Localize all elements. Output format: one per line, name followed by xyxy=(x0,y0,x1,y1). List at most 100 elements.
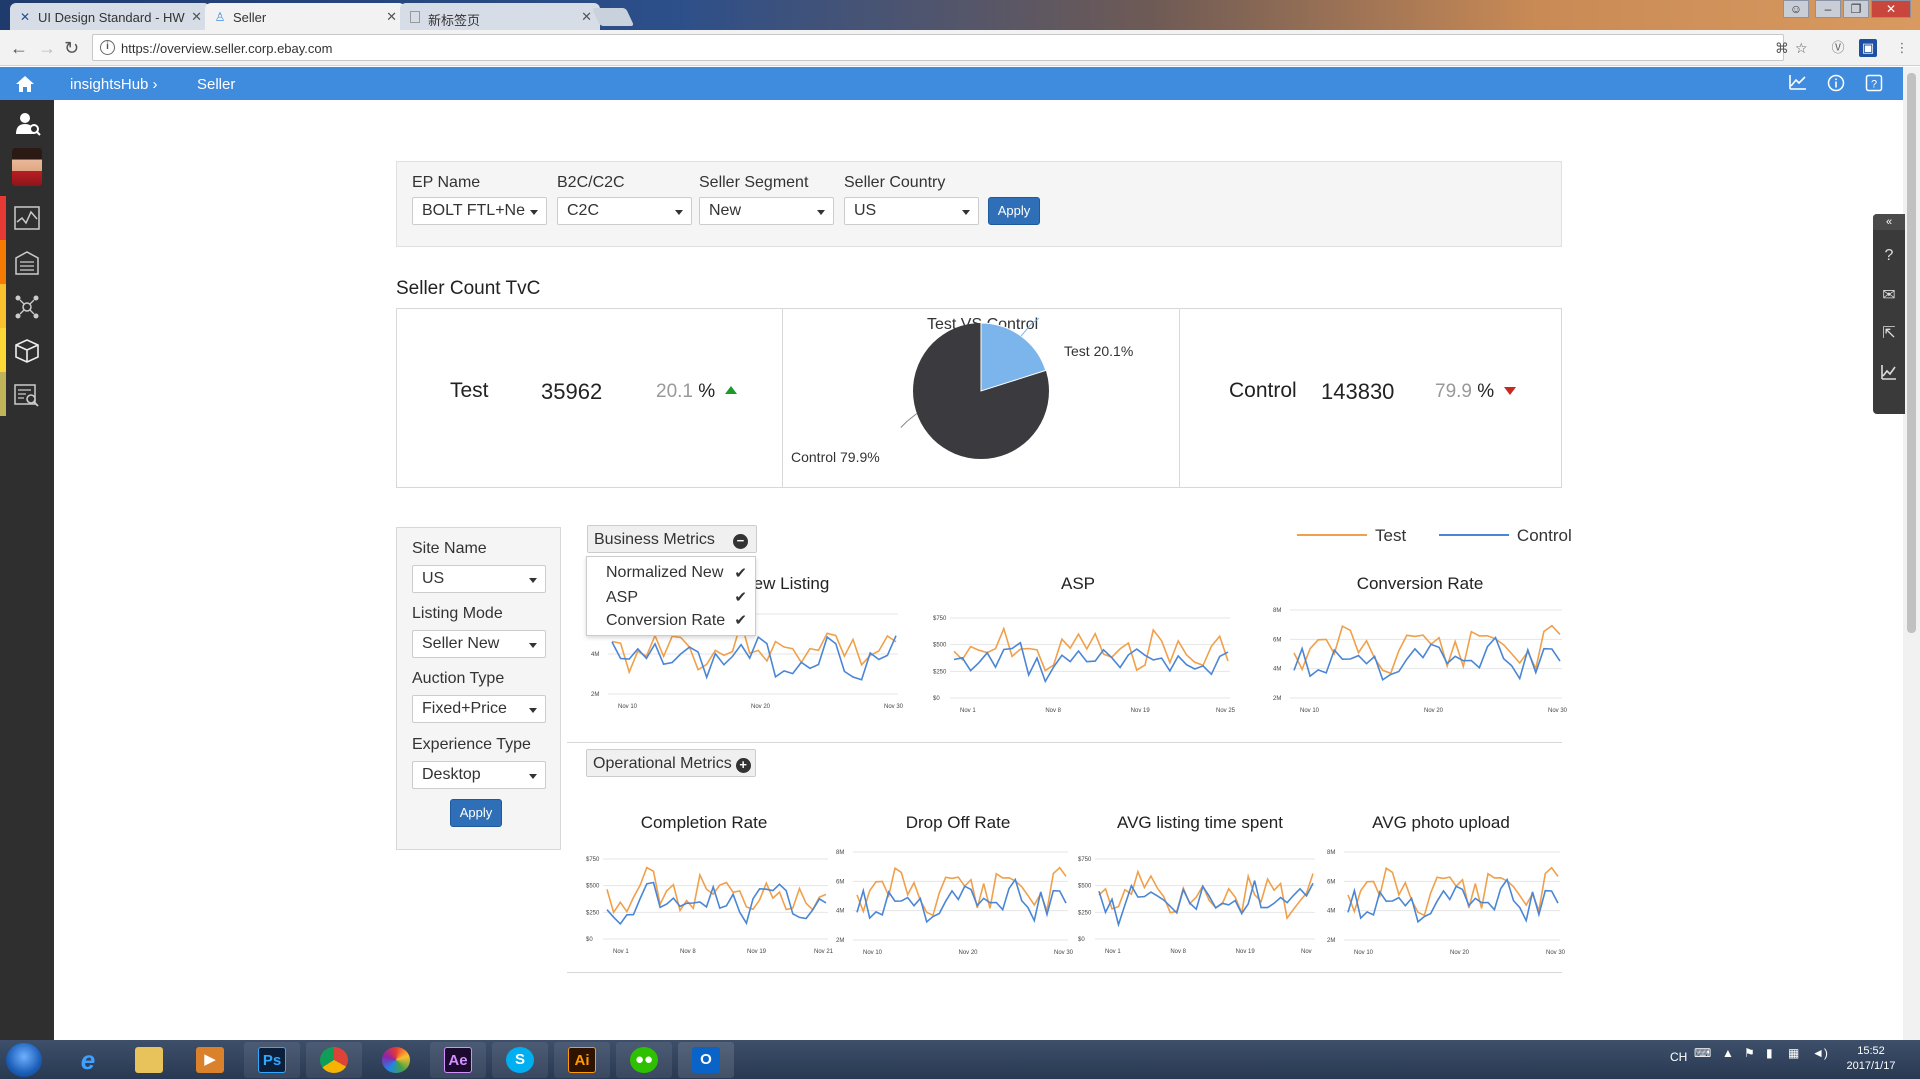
outlook-icon[interactable]: O xyxy=(678,1042,734,1078)
b2c-c2c-select[interactable]: C2C xyxy=(557,197,692,225)
rail-user-search[interactable] xyxy=(0,100,54,144)
new-tab-button[interactable] xyxy=(591,8,635,26)
illustrator-icon[interactable]: Ai xyxy=(554,1042,610,1078)
volume-icon[interactable]: ◄) xyxy=(1812,1046,1828,1060)
system-clock[interactable]: 15:52 2017/1/17 xyxy=(1836,1044,1906,1074)
flag-icon[interactable]: ⚑ xyxy=(1744,1046,1755,1060)
internet-explorer-icon[interactable]: e xyxy=(60,1042,116,1078)
x-tick-label: Nov 20 xyxy=(1450,950,1470,956)
x-tick-label: Nov 10 xyxy=(618,704,638,710)
business-metrics-toggle[interactable]: Business Metrics − xyxy=(587,525,757,553)
close-tab-icon[interactable]: ✕ xyxy=(581,9,592,25)
info-icon[interactable]: i xyxy=(100,40,115,55)
network-tray-icon[interactable]: ▦ xyxy=(1788,1046,1799,1060)
close-window-icon[interactable]: ✕ xyxy=(1871,0,1911,18)
ep-name-filter: EP Name BOLT FTL+Ne xyxy=(412,174,547,225)
scrollbar-thumb[interactable] xyxy=(1907,73,1916,633)
show-hidden-icons[interactable]: ▲ xyxy=(1722,1046,1734,1060)
network-icon xyxy=(15,295,39,319)
seller-country-select[interactable]: US xyxy=(844,197,979,225)
translate-icon[interactable]: ⌘ xyxy=(1775,40,1789,57)
browser-tab-new[interactable]: 新标签页 ✕ xyxy=(400,3,600,30)
close-tab-icon[interactable]: ✕ xyxy=(386,9,397,25)
x-tick-label: Nov 10 xyxy=(863,950,883,956)
browser-tab-ui-design[interactable]: ✕ UI Design Standard - HW ✕ xyxy=(10,3,210,30)
restore-icon[interactable]: ❐ xyxy=(1843,0,1869,18)
address-bar[interactable]: i https://overview.seller.corp.ebay.com … xyxy=(92,34,1808,61)
photoshop-icon[interactable]: Ps xyxy=(244,1042,300,1078)
experience-type-label: Experience Type xyxy=(412,736,531,753)
dropdown-item-asp[interactable]: ASP xyxy=(606,589,638,607)
chart-title-asp: ASP xyxy=(1060,574,1096,593)
help-icon[interactable]: ? xyxy=(1864,74,1884,94)
rail-analytics[interactable] xyxy=(0,196,54,240)
ep-name-label: EP Name xyxy=(412,174,481,191)
chart-title-drop-off-rate: Drop Off Rate xyxy=(905,813,1011,832)
close-tab-icon[interactable]: ✕ xyxy=(191,9,202,25)
operational-metrics-toggle[interactable]: Operational Metrics + xyxy=(586,749,756,777)
dropdown-item-conversion-rate[interactable]: Conversion Rate xyxy=(606,612,725,630)
input-language[interactable]: CH xyxy=(1670,1050,1687,1064)
color-wheel-icon[interactable] xyxy=(368,1042,424,1078)
page-scrollbar[interactable] xyxy=(1903,67,1920,1040)
chrome-icon[interactable] xyxy=(306,1042,362,1078)
experience-type-select[interactable]: Desktop xyxy=(412,761,546,789)
listing-mode-select[interactable]: Seller New xyxy=(412,630,546,658)
x-tick-label: Nov 8 xyxy=(1170,949,1186,955)
start-button[interactable] xyxy=(6,1043,42,1077)
bookmark-star-icon[interactable]: ☆ xyxy=(1795,40,1808,57)
outlook-glyph: O xyxy=(692,1047,720,1073)
user-profile-icon[interactable]: ☺ xyxy=(1783,0,1809,18)
extension-v-icon[interactable]: Ⓥ xyxy=(1829,39,1847,57)
forward-icon[interactable]: → xyxy=(38,38,56,58)
seller-segment-select[interactable]: New xyxy=(699,197,834,225)
chart-title-completion-rate: Completion Rate xyxy=(640,813,768,832)
file-explorer-icon[interactable] xyxy=(121,1042,177,1078)
minimize-icon[interactable]: – xyxy=(1815,0,1841,18)
series-control-line xyxy=(1347,877,1559,924)
apply-filters-button[interactable]: Apply xyxy=(988,197,1040,225)
y-tick-label: 8M xyxy=(1273,608,1281,614)
media-player-icon[interactable]: ▶ xyxy=(182,1042,238,1078)
skype-icon[interactable]: S xyxy=(492,1042,548,1078)
home-icon[interactable] xyxy=(14,73,36,95)
chrome-glyph xyxy=(320,1047,348,1073)
trend-down-icon xyxy=(1504,387,1517,395)
mail-icon[interactable]: ✉ xyxy=(1879,286,1899,306)
rail-report-search[interactable] xyxy=(0,372,54,416)
seller-segment-filter: Seller Segment New xyxy=(699,174,834,225)
ep-name-select[interactable]: BOLT FTL+Ne xyxy=(412,197,547,225)
after-effects-icon[interactable]: Ae xyxy=(430,1042,486,1078)
collapse-panel-icon[interactable]: « xyxy=(1873,214,1905,230)
rail-building[interactable] xyxy=(0,240,54,284)
menu-icon[interactable]: ⋮ xyxy=(1893,39,1911,57)
auction-type-select[interactable]: Fixed+Price xyxy=(412,695,546,723)
x-tick-label: Nov xyxy=(1301,949,1312,955)
browser-tab-seller[interactable]: ♙ Seller ✕ xyxy=(205,3,405,30)
trend-chart-icon[interactable] xyxy=(1788,74,1808,94)
blank-page-icon xyxy=(410,11,420,23)
x-tick-label: Nov 8 xyxy=(680,949,696,955)
keyboard-icon[interactable]: ⌨ xyxy=(1694,1046,1711,1060)
test-count: 35962 xyxy=(541,379,603,404)
extension-picture-icon[interactable]: ▣ xyxy=(1859,39,1877,57)
apply-metric-filters-button[interactable]: Apply xyxy=(450,799,502,827)
operational-metrics-label: Operational Metrics xyxy=(593,755,732,772)
back-icon[interactable]: ← xyxy=(10,38,28,58)
device-icon[interactable]: ▮ xyxy=(1766,1046,1773,1060)
info-circle-icon[interactable] xyxy=(1826,74,1846,94)
dropdown-item-normalized-new[interactable]: Normalized New xyxy=(606,564,723,582)
avatar[interactable] xyxy=(12,148,42,186)
breadcrumb-root[interactable]: insightsHub › xyxy=(70,76,158,93)
site-name-select[interactable]: US xyxy=(412,565,546,593)
share-icon[interactable]: ⇱ xyxy=(1879,324,1899,344)
y-tick-label: 6M xyxy=(836,879,844,885)
chart-icon[interactable] xyxy=(1879,364,1899,384)
chevron-down-icon xyxy=(529,708,537,713)
left-nav-rail xyxy=(0,100,54,1040)
reload-icon[interactable]: ↻ xyxy=(64,38,79,58)
question-icon[interactable]: ? xyxy=(1879,246,1899,266)
rail-cube[interactable] xyxy=(0,328,54,372)
rail-network[interactable] xyxy=(0,284,54,328)
wechat-icon[interactable]: ●● xyxy=(616,1042,672,1078)
